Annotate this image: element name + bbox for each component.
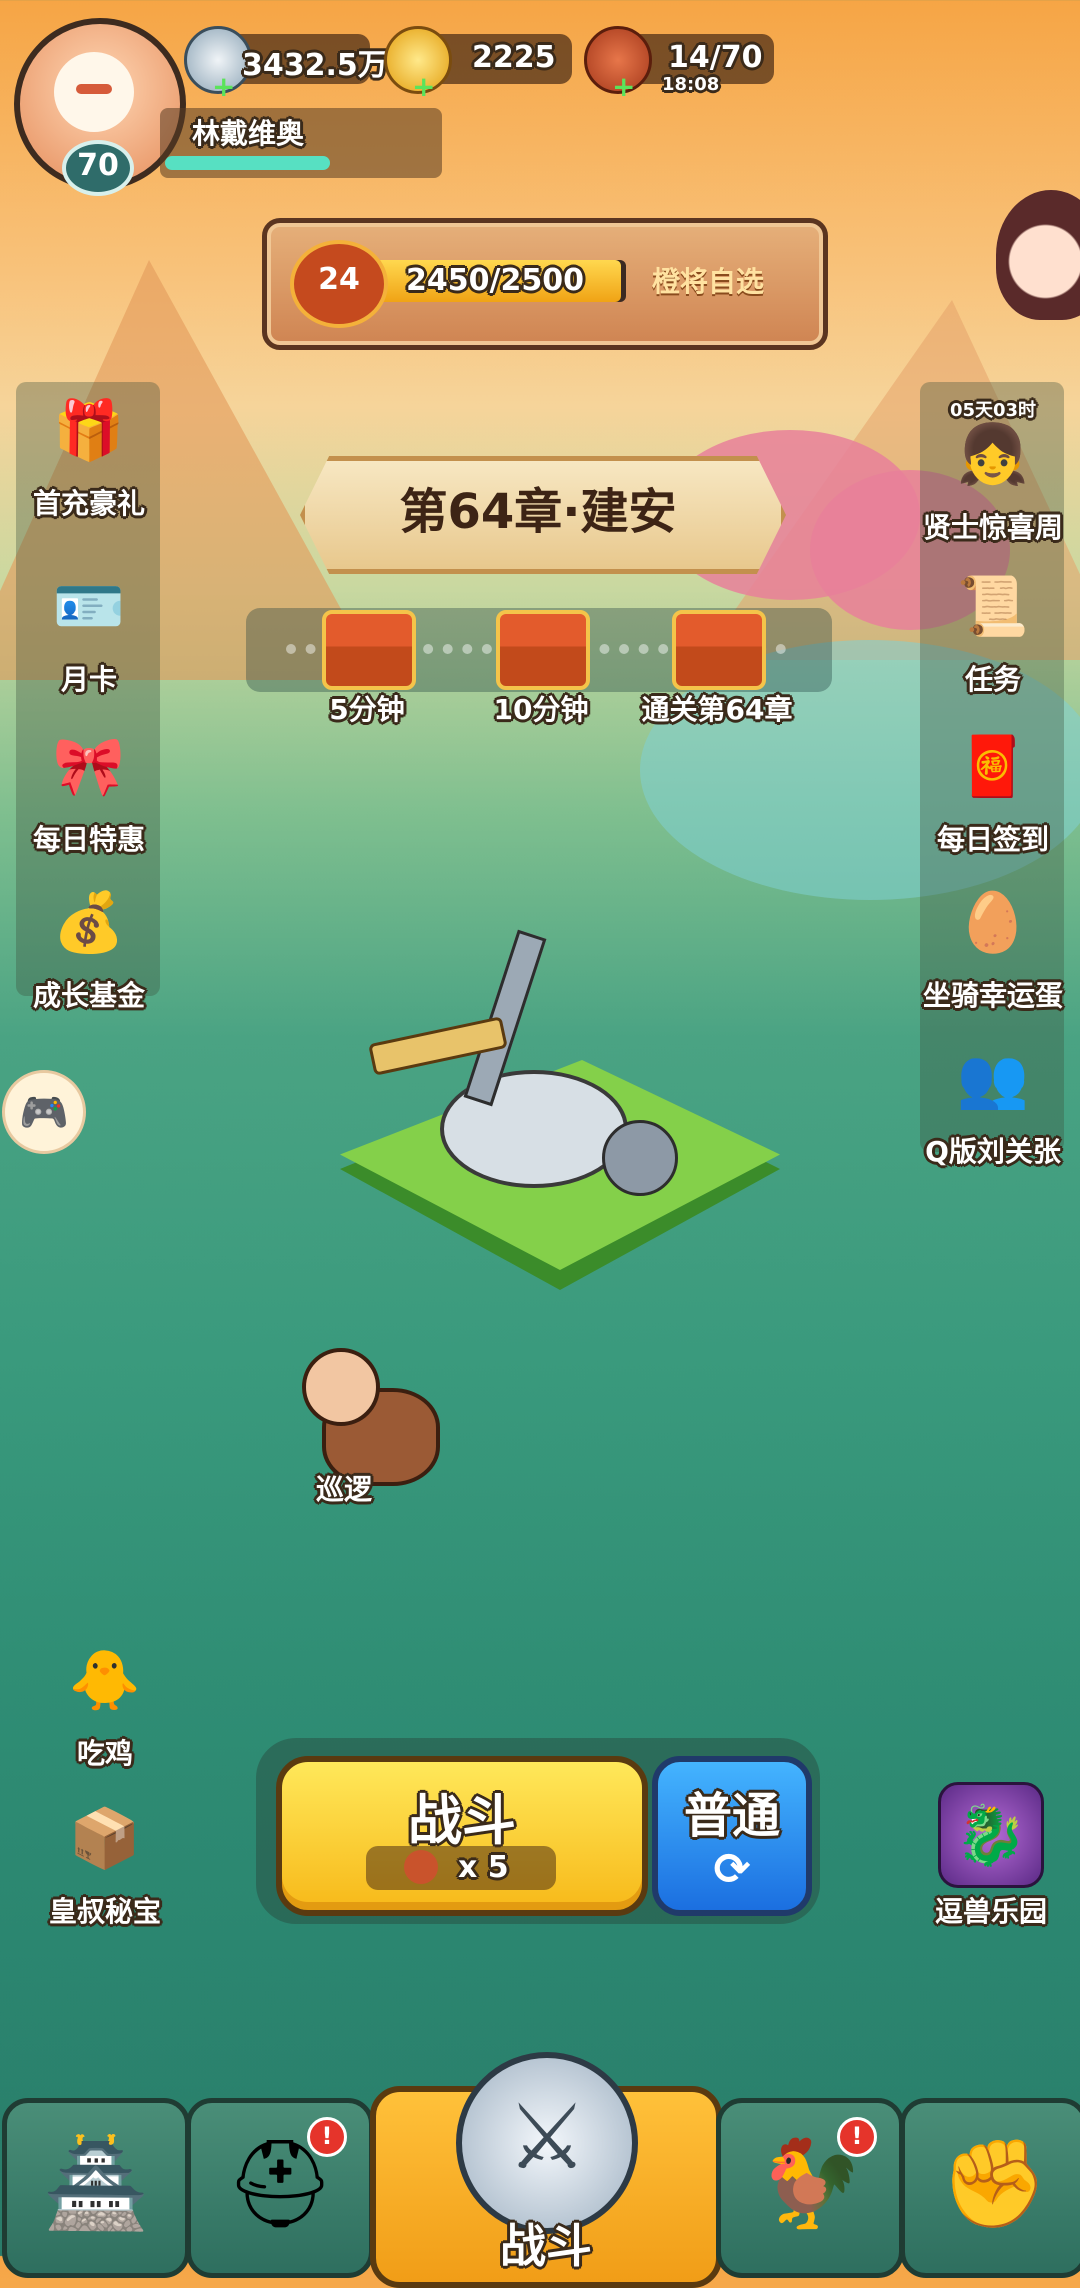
nav-tab-pets[interactable]: 🐓! [716, 2098, 904, 2278]
left-menu-label: 月卡 [60, 663, 117, 696]
right-menu-label: 贤士惊喜周 [922, 511, 1063, 544]
right-menu-item-1[interactable]: 📜 任务 [918, 556, 1068, 698]
palace-icon: 🏯 [42, 2134, 150, 2234]
egg-icon: 🥚 [956, 887, 1030, 956]
silver-plus-icon[interactable]: + [212, 70, 235, 103]
rank-medal-icon: 24 [290, 240, 388, 328]
gift-bag-icon: 🎀 [52, 731, 126, 800]
left-menu-label: 成长基金 [32, 979, 145, 1012]
beast-park-button[interactable]: 🐉 逗兽乐园 [916, 1782, 1066, 1930]
chapter-title: 第64章·建安 [399, 484, 677, 540]
left-bottom-item-1[interactable]: 📦 皇叔秘宝 [30, 1788, 180, 1930]
treasure-chest-icon: 🎁 [52, 395, 126, 464]
stamina-value: 14/70 [668, 40, 763, 75]
fund-icon: 💰 [52, 887, 126, 956]
gamepad-icon: 🎮 [19, 1089, 69, 1136]
stamina-timer: 18:08 [662, 74, 720, 95]
fight-cost-pill: x 5 [366, 1846, 556, 1890]
treasure-icon: 📦 [68, 1803, 142, 1872]
right-menu-item-2[interactable]: 🧧 每日签到 [918, 716, 1068, 858]
refresh-icon: ⟳ [713, 1844, 751, 1895]
chest-icon[interactable] [322, 610, 416, 690]
battle-mode-button[interactable]: 普通 ⟳ [652, 1756, 812, 1916]
left-menu-item-0[interactable]: 🎁 首充豪礼 [14, 380, 164, 522]
right-menu-label: Q版刘关张 [925, 1135, 1061, 1168]
stage-island[interactable] [340, 929, 780, 1310]
right-menu-label: 每日签到 [936, 823, 1049, 856]
meat-cost-icon [404, 1850, 438, 1884]
beast-park-label: 逗兽乐园 [934, 1895, 1047, 1928]
sign-in-icon: 🧧 [956, 731, 1030, 800]
fist-icon: ✊ [940, 2134, 1048, 2234]
player-exp-bar [165, 156, 330, 170]
month-card-icon: 🪪 [52, 571, 126, 640]
nav-tab-upgrade[interactable]: ✊ [900, 2098, 1080, 2278]
left-menu-item-1[interactable]: 🪪 月卡 [14, 556, 164, 698]
left-menu-item-3[interactable]: 💰 成长基金 [14, 872, 164, 1014]
gold-value: 2225 [472, 40, 556, 75]
stamina-plus-icon[interactable]: + [612, 70, 635, 103]
right-menu-item-0[interactable]: 👧 贤士惊喜周 05天03时 [918, 400, 1068, 546]
player-name: 林戴维奥 [192, 117, 305, 150]
left-bottom-label: 皇叔秘宝 [48, 1895, 161, 1928]
rank-number: 24 [318, 262, 360, 297]
alert-badge: ! [307, 2117, 347, 2157]
reward-select-label[interactable]: 橙将自选 [652, 260, 764, 300]
left-menu-label: 首充豪礼 [32, 487, 145, 520]
battle-mode-label: 普通 [683, 1788, 780, 1844]
npc-girl-portrait[interactable] [996, 190, 1080, 320]
nav-tab-heroes[interactable]: ⛑! [186, 2098, 374, 2278]
gamepad-button[interactable]: 🎮 [2, 1070, 86, 1154]
event-timer: 05天03时 [949, 400, 1037, 421]
heroes-icon: 👥 [956, 1043, 1030, 1112]
player-level: 70 [62, 140, 134, 196]
reward-progress-text: 2450/2500 [406, 263, 584, 298]
alert-badge: ! [837, 2117, 877, 2157]
chest-label: 通关第64章 [641, 693, 793, 726]
chicken-icon: 🐥 [68, 1645, 142, 1714]
fight-label: 战斗 [408, 1789, 516, 1852]
patrol-label: 巡逻 [316, 1473, 373, 1506]
silver-value: 3432.5万 [242, 48, 388, 83]
fight-cost: x 5 [458, 1850, 509, 1885]
swords-icon: ⚔ [456, 2052, 638, 2234]
right-menu-label: 坐骑幸运蛋 [922, 979, 1063, 1012]
left-menu-item-2[interactable]: 🎀 每日特惠 [14, 716, 164, 858]
nav-battle-label: 战斗 [500, 2219, 592, 2273]
right-menu-label: 任务 [964, 663, 1021, 696]
right-menu-item-3[interactable]: 🥚 坐骑幸运蛋 [918, 872, 1068, 1014]
nav-battle-tab[interactable]: ⚔ 战斗 [370, 2052, 722, 2288]
fight-button[interactable]: 战斗 [276, 1756, 648, 1916]
left-bottom-label: 吃鸡 [76, 1737, 133, 1770]
left-bottom-item-0[interactable]: 🐥 吃鸡 [30, 1630, 180, 1772]
right-menu-item-4[interactable]: 👥 Q版刘关张 [918, 1028, 1068, 1170]
left-menu-label: 每日特惠 [32, 823, 145, 856]
soldier-enemy-icon[interactable] [602, 1120, 678, 1196]
hero-rider-icon [302, 1348, 380, 1426]
chest-icon[interactable] [672, 610, 766, 690]
beast-icon: 🐉 [938, 1782, 1044, 1888]
gold-plus-icon[interactable]: + [412, 70, 435, 103]
scroll-icon: 📜 [956, 571, 1030, 640]
nav-tab-city[interactable]: 🏯 [2, 2098, 190, 2278]
chest-icon[interactable] [496, 610, 590, 690]
